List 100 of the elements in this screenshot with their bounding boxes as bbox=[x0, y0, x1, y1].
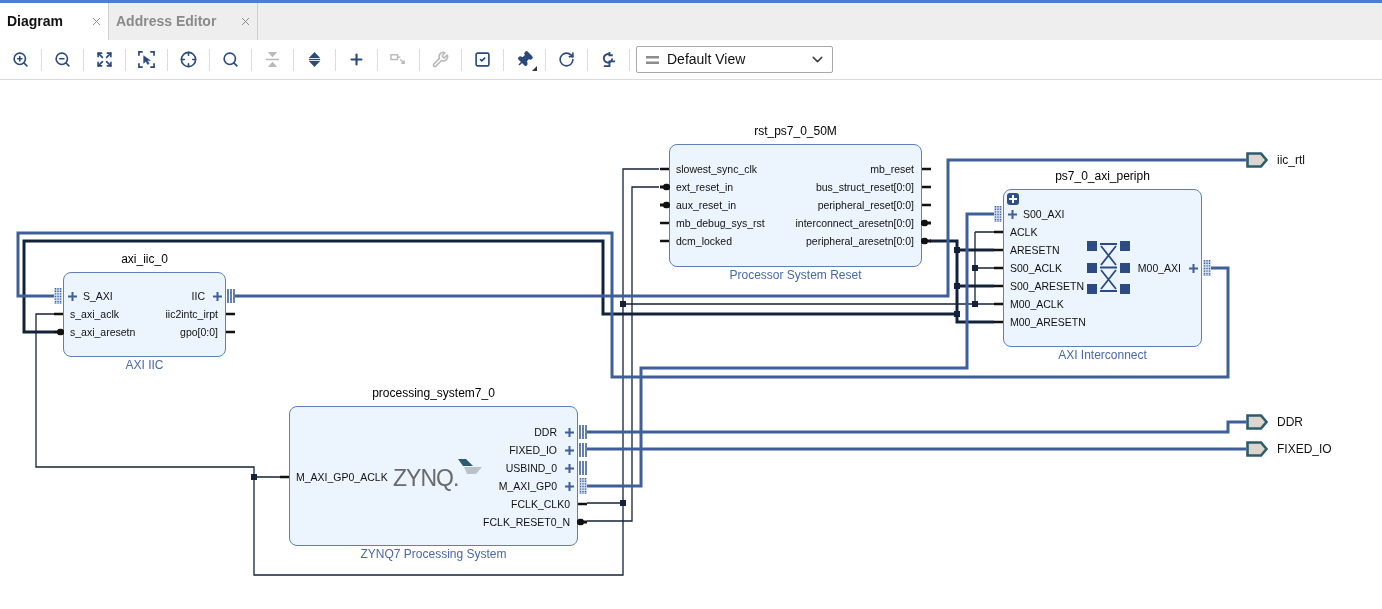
port-pin-icon bbox=[994, 230, 1003, 234]
expand-icon bbox=[306, 51, 323, 68]
collapse-icon bbox=[264, 51, 281, 68]
port-pin-icon bbox=[922, 167, 931, 171]
junction-icon bbox=[251, 474, 257, 480]
close-icon[interactable] bbox=[239, 15, 252, 28]
port-label: mb_reset bbox=[870, 162, 914, 177]
logo-text: ZYNQ. bbox=[393, 466, 459, 490]
port-pin-icon bbox=[994, 302, 1003, 306]
inverted-pin-icon bbox=[54, 328, 64, 336]
interface-connector-icon bbox=[994, 206, 1002, 222]
junction-icon bbox=[954, 311, 960, 317]
fit-view-icon bbox=[96, 51, 113, 68]
bus-connector-icon bbox=[579, 461, 587, 475]
port-label: s_axi_aclk bbox=[70, 307, 120, 322]
add-icon bbox=[348, 51, 365, 68]
port-label: gpo[0:0] bbox=[180, 325, 218, 340]
interface-connector-icon bbox=[1203, 260, 1211, 276]
check-square-icon bbox=[474, 51, 491, 68]
junction-icon bbox=[972, 301, 978, 307]
output-port-icon bbox=[1246, 414, 1268, 430]
plus-icon[interactable] bbox=[565, 463, 574, 473]
port-label: dcm_locked bbox=[676, 234, 733, 249]
port-pin-icon bbox=[660, 167, 669, 171]
expand-block-button[interactable] bbox=[1007, 193, 1019, 205]
plus-icon[interactable] bbox=[213, 291, 222, 301]
external-port-label: DDR bbox=[1277, 414, 1303, 430]
port-pin-icon bbox=[578, 502, 587, 506]
bus-connector-icon bbox=[579, 443, 587, 457]
inverted-pin-icon bbox=[660, 201, 670, 209]
block-name: axi_iic_0 bbox=[121, 251, 168, 267]
port-pin-icon bbox=[226, 312, 235, 316]
port-label: iic2intc_irpt bbox=[165, 307, 218, 322]
port-label: USBIND_0 bbox=[505, 461, 557, 476]
port-pin-icon bbox=[994, 284, 1003, 288]
tab[interactable]: Diagram bbox=[0, 3, 109, 40]
plus-icon[interactable] bbox=[1008, 209, 1017, 219]
port-pin-icon bbox=[922, 185, 931, 189]
junction-icon bbox=[620, 500, 626, 506]
close-icon[interactable] bbox=[90, 15, 103, 28]
zoom-in-icon bbox=[12, 51, 29, 68]
bus-connector-icon bbox=[579, 425, 587, 439]
port-label: S00_ACLK bbox=[1010, 261, 1062, 276]
port-pin-icon bbox=[280, 475, 289, 479]
port-pin-icon bbox=[994, 266, 1003, 270]
port-label: S00_ARESETN bbox=[1010, 279, 1085, 294]
view-select[interactable]: Default View bbox=[636, 46, 833, 73]
port-pin-icon bbox=[54, 312, 63, 316]
port-label: s_axi_aresetn bbox=[70, 325, 136, 340]
block-type-label: AXI Interconnect bbox=[1058, 347, 1147, 363]
crosshair-icon bbox=[180, 51, 197, 68]
port-label: M00_ACLK bbox=[1010, 297, 1064, 312]
plus-icon[interactable] bbox=[565, 427, 574, 437]
junction-icon bbox=[972, 265, 978, 271]
interconnect-icon bbox=[1087, 241, 1130, 294]
external-port-label: iic_rtl bbox=[1277, 152, 1305, 168]
port-label: IIC bbox=[191, 289, 205, 304]
block-name: ps7_0_axi_periph bbox=[1055, 168, 1150, 184]
port-pin-icon bbox=[994, 248, 1003, 252]
plus-icon[interactable] bbox=[68, 291, 77, 301]
plus-icon bbox=[1009, 195, 1017, 203]
port-label: FCLK_CLK0 bbox=[511, 497, 570, 512]
block-type-label: Processor System Reset bbox=[729, 267, 862, 283]
block-name: rst_ps7_0_50M bbox=[754, 123, 837, 139]
port-label: ACLK bbox=[1010, 225, 1038, 240]
refresh-icon bbox=[558, 51, 575, 68]
port-label: bus_struct_reset[0:0] bbox=[815, 180, 914, 195]
port-pin-icon bbox=[922, 203, 931, 207]
port-label: peripheral_reset[0:0] bbox=[817, 198, 914, 213]
port-label: M_AXI_GP0_ACLK bbox=[296, 470, 388, 485]
plus-icon[interactable] bbox=[565, 445, 574, 455]
junction-icon bbox=[954, 247, 960, 253]
port-pin-icon bbox=[226, 330, 235, 334]
junction-icon bbox=[620, 301, 626, 307]
port-label: mb_debug_sys_rst bbox=[676, 216, 765, 231]
list-icon bbox=[646, 55, 659, 64]
output-port-icon bbox=[1246, 441, 1268, 457]
zoom-area-icon bbox=[138, 51, 155, 68]
port-label: aux_reset_in bbox=[676, 198, 737, 213]
port-label: slowest_sync_clk bbox=[676, 162, 758, 177]
port-label: FCLK_RESET0_N bbox=[483, 515, 570, 530]
port-label: M_AXI_GP0 bbox=[498, 479, 557, 494]
interface-connector-icon bbox=[579, 478, 587, 494]
port-label: interconnect_aresetn[0:0] bbox=[795, 216, 914, 231]
port-label: M00_AXI bbox=[1137, 261, 1181, 276]
junction-icon bbox=[954, 283, 960, 289]
port-label: M00_ARESETN bbox=[1010, 315, 1086, 330]
inverted-pin-icon bbox=[577, 518, 587, 526]
inverted-pin-icon bbox=[660, 183, 670, 191]
dropdown-caret-icon bbox=[532, 65, 537, 71]
port-label: S_AXI bbox=[83, 289, 113, 304]
plus-icon[interactable] bbox=[1189, 263, 1198, 273]
inverted-pin-icon bbox=[921, 237, 931, 245]
block-name: processing_system7_0 bbox=[372, 385, 495, 401]
port-label: FIXED_IO bbox=[509, 443, 557, 458]
plus-icon[interactable] bbox=[565, 481, 574, 491]
port-label: ext_reset_in bbox=[676, 180, 734, 195]
port-pin-icon bbox=[660, 221, 669, 225]
zoom-out-icon bbox=[54, 51, 71, 68]
external-port-label: FIXED_IO bbox=[1277, 441, 1332, 457]
